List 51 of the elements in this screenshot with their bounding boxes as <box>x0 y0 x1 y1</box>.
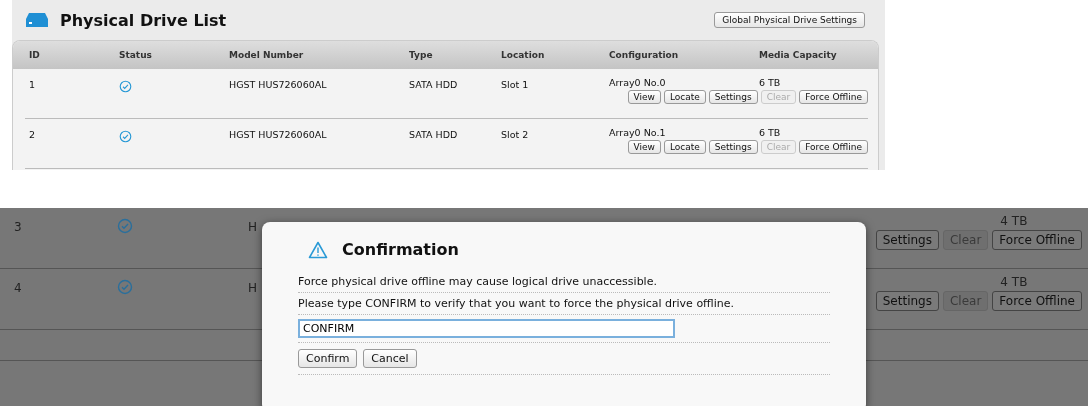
check-circle-icon <box>119 130 132 143</box>
action-button[interactable]: Settings <box>708 90 758 104</box>
dialog-button[interactable]: Confirm <box>298 349 358 368</box>
dialog-message: Force physical drive offline may cause logical drive unaccessible. <box>298 275 657 288</box>
action-button[interactable]: Force Offline <box>799 140 868 154</box>
location-cell-text: Slot 2 <box>500 128 530 142</box>
action-button[interactable]: Force Offline <box>799 90 868 104</box>
page-title: Physical Drive List <box>60 10 228 30</box>
model-cell-text: HGST HUS726060AL <box>228 128 328 142</box>
action-button[interactable]: Force Offline <box>992 291 1082 311</box>
column-header: Type <box>408 50 434 60</box>
action-button[interactable]: Settings <box>875 291 939 311</box>
model-cell-text: H <box>247 219 259 234</box>
column-header: ID <box>28 50 41 60</box>
id-cell-text: 2 <box>28 128 37 142</box>
type-cell-text: SATA HDD <box>408 128 459 142</box>
dialog-button[interactable]: Cancel <box>363 349 417 368</box>
check-circle-icon <box>119 80 132 93</box>
model-cell-text: H <box>247 280 259 295</box>
dialog-message: Please type CONFIRM to verify that you want to force the physical drive offline. <box>298 297 735 310</box>
capacity-cell: 4 TB <box>1000 214 1028 228</box>
id-cell-text: 4 <box>13 280 23 295</box>
capacity-cell-text: 6 TB <box>758 77 782 88</box>
action-button[interactable]: Settings <box>708 140 758 154</box>
dialog-title: Confirmation <box>342 240 459 259</box>
model-cell-text: HGST HUS726060AL <box>228 78 328 92</box>
check-circle-icon <box>117 218 133 234</box>
drive-icon <box>26 13 48 27</box>
capacity-cell-text: 6 TB <box>758 127 782 138</box>
type-cell-text: SATA HDD <box>408 78 459 92</box>
global-settings-button[interactable]: Global Physical Drive Settings <box>714 12 865 28</box>
column-header: Model Number <box>228 50 305 60</box>
action-button[interactable]: Settings <box>875 230 939 250</box>
confirm-input-field[interactable]: CONFIRM <box>298 319 675 338</box>
warning-icon <box>308 240 328 259</box>
capacity-cell: 4 TB <box>1000 275 1028 289</box>
column-header: Media Capacity <box>758 50 838 60</box>
id-cell-text: 3 <box>13 219 23 234</box>
action-button[interactable]: View <box>627 140 661 154</box>
column-header: Status <box>118 50 153 60</box>
configuration-cell-text: Array0 No.1 <box>608 127 667 138</box>
configuration-cell-text: Array0 No.0 <box>608 77 667 88</box>
location-cell-text: Slot 1 <box>500 78 530 92</box>
action-button[interactable]: Locate <box>663 90 706 104</box>
id-cell-text: 1 <box>28 78 37 92</box>
action-button[interactable]: Force Offline <box>992 230 1082 250</box>
column-header: Configuration <box>608 50 680 60</box>
check-circle-icon <box>117 279 133 295</box>
action-button[interactable]: Locate <box>663 140 706 154</box>
action-button[interactable]: View <box>627 90 661 104</box>
column-header: Location <box>500 50 546 60</box>
